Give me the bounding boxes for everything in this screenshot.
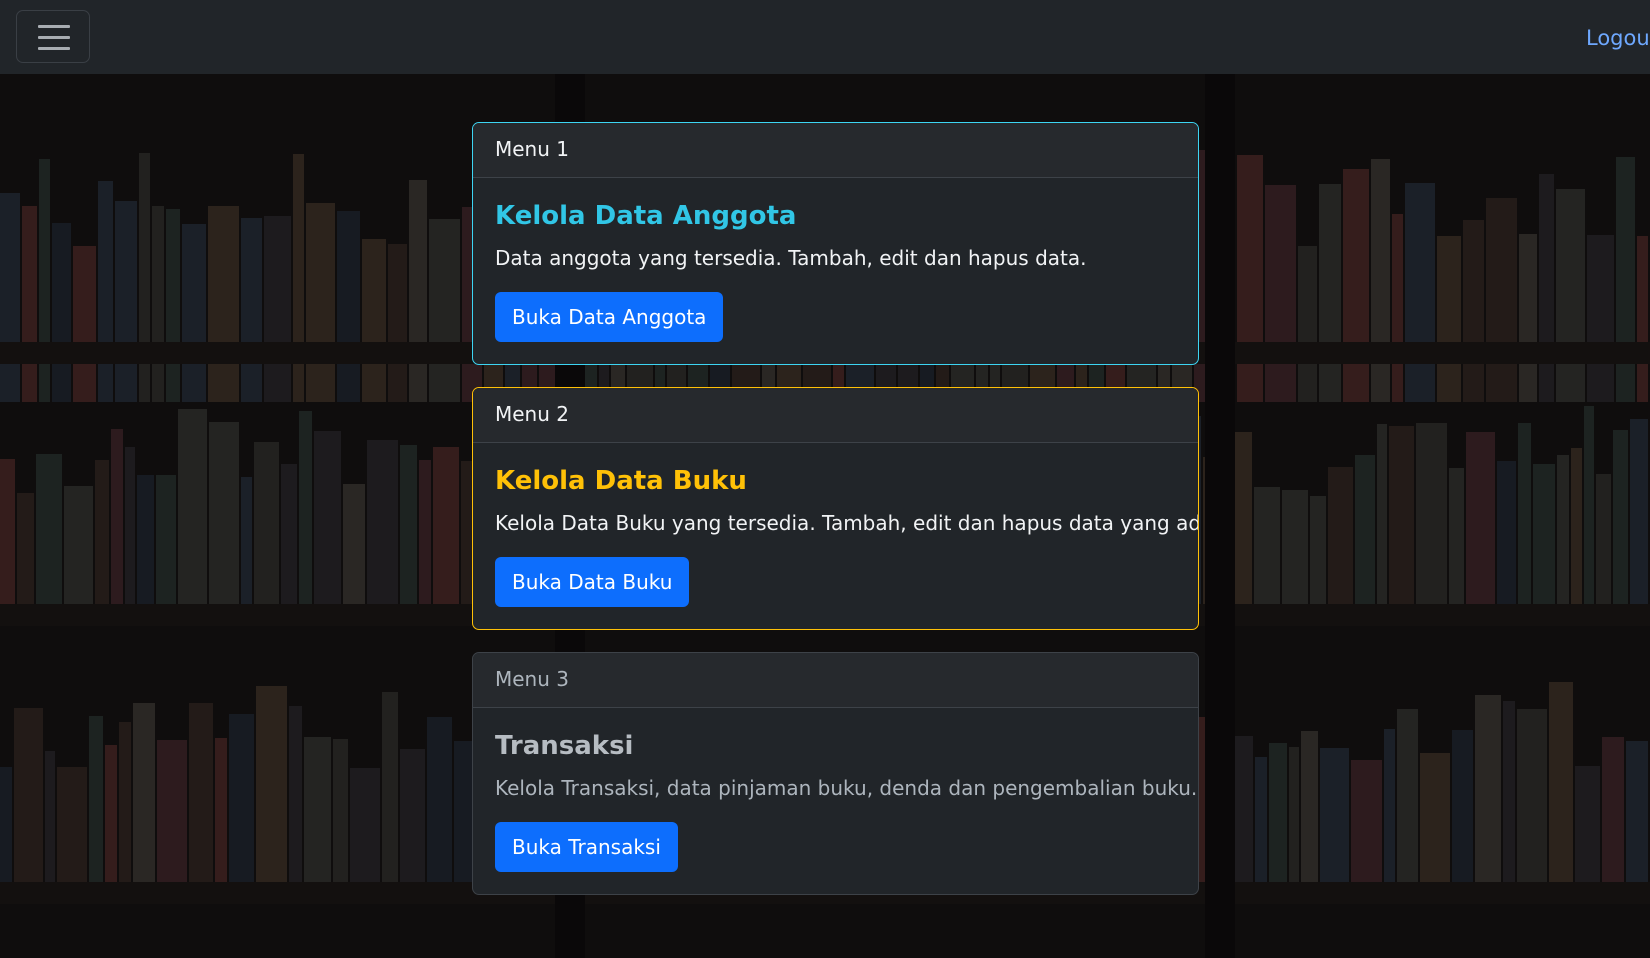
card-title: Kelola Data Anggota (495, 201, 797, 231)
card-text: Kelola Transaksi, data pinjaman buku, de… (495, 776, 1198, 800)
card-header: Menu 3 (473, 653, 1198, 708)
open-transaksi-button[interactable]: Buka Transaksi (495, 822, 678, 872)
top-navbar: Logout (0, 0, 1650, 74)
logout-link[interactable]: Logout (1586, 26, 1650, 50)
open-anggota-button[interactable]: Buka Data Anggota (495, 292, 724, 342)
card-body: Transaksi Kelola Transaksi, data pinjama… (473, 708, 1198, 894)
open-buku-button[interactable]: Buka Data Buku (495, 557, 690, 607)
menu-cards: Menu 1 Kelola Data Anggota Data anggota … (472, 122, 1199, 917)
card-transaksi: Menu 3 Transaksi Kelola Transaksi, data … (472, 652, 1199, 895)
card-body: Kelola Data Anggota Data anggota yang te… (473, 178, 1198, 364)
card-title: Transaksi (495, 731, 634, 761)
card-header: Menu 2 (473, 388, 1198, 443)
card-body: Kelola Data Buku Kelola Data Buku yang t… (473, 443, 1198, 629)
card-kelola-anggota: Menu 1 Kelola Data Anggota Data anggota … (472, 122, 1199, 365)
card-kelola-buku: Menu 2 Kelola Data Buku Kelola Data Buku… (472, 387, 1199, 630)
card-text: Data anggota yang tersedia. Tambah, edit… (495, 246, 1087, 270)
card-header: Menu 1 (473, 123, 1198, 178)
card-text: Kelola Data Buku yang tersedia. Tambah, … (495, 511, 1199, 535)
navbar-toggle-button[interactable] (16, 10, 90, 63)
card-title: Kelola Data Buku (495, 466, 747, 496)
